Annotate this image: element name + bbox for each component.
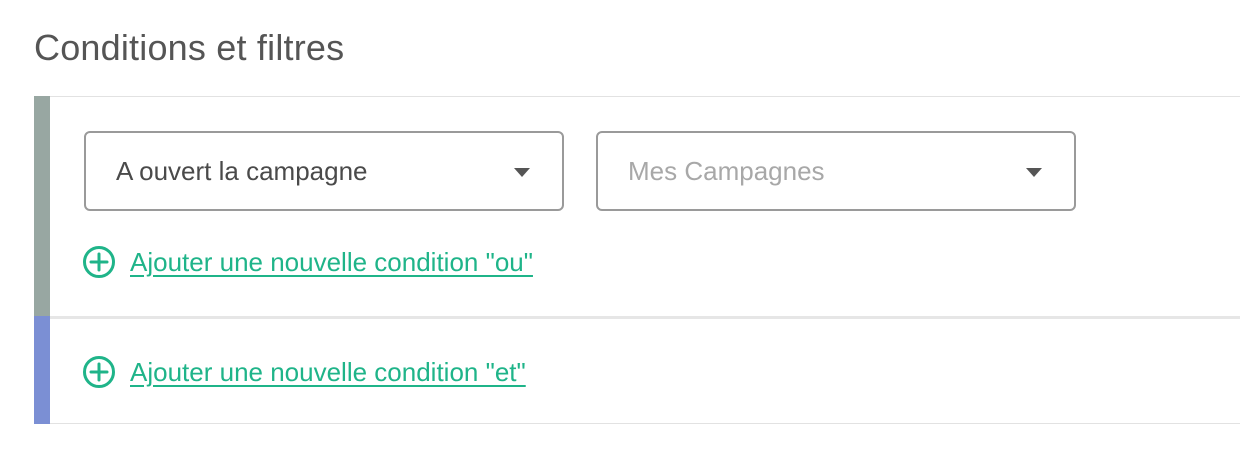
add-or-condition-link[interactable]: Ajouter une nouvelle condition "ou" (82, 245, 533, 279)
plus-circle-icon (83, 246, 115, 278)
page-title: Conditions et filtres (34, 27, 345, 68)
campaign-select-placeholder: Mes Campagnes (628, 156, 825, 186)
or-condition-group: A ouvert la campagne Mes Campagnes Ajout… (34, 96, 1240, 316)
plus-circle-icon (83, 356, 115, 388)
condition-type-value: A ouvert la campagne (116, 156, 368, 186)
and-condition-group: Ajouter une nouvelle condition "et" (34, 316, 1240, 424)
or-group-accent-bar (34, 96, 50, 316)
caret-down-icon (514, 168, 530, 177)
add-or-condition-label: Ajouter une nouvelle condition "ou" (130, 247, 533, 277)
caret-down-icon (1026, 168, 1042, 177)
campaign-select[interactable]: Mes Campagnes (596, 131, 1076, 211)
add-and-condition-label: Ajouter une nouvelle condition "et" (130, 357, 526, 387)
add-and-condition-link[interactable]: Ajouter une nouvelle condition "et" (82, 355, 526, 389)
condition-type-select[interactable]: A ouvert la campagne (84, 131, 564, 211)
and-group-accent-bar (34, 316, 50, 424)
